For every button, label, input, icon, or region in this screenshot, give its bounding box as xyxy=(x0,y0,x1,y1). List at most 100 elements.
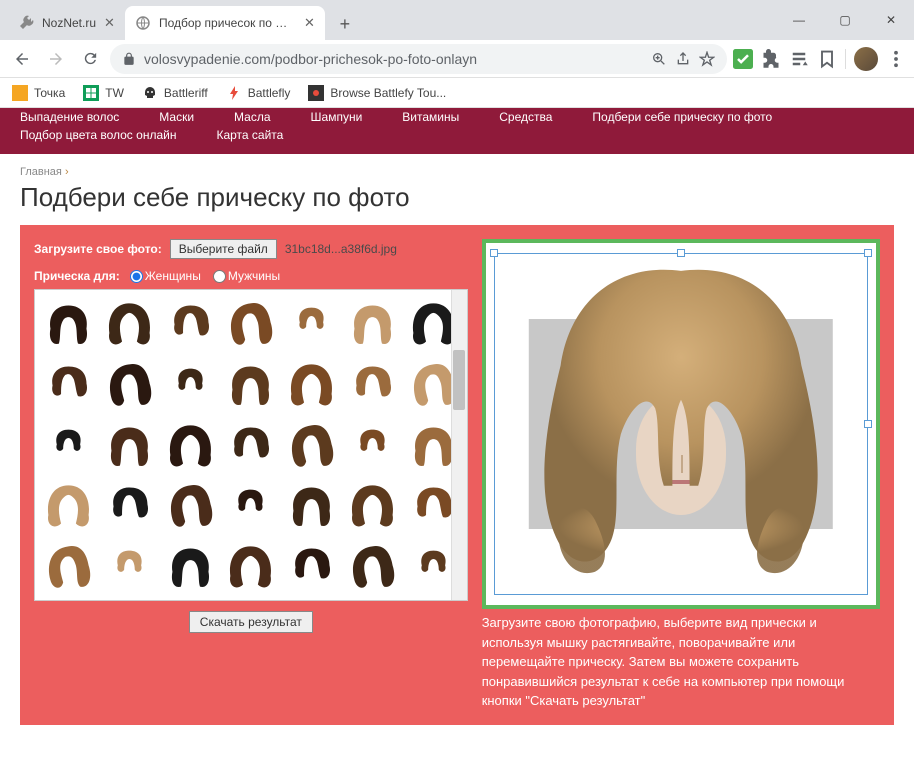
window-titlebar: NozNet.ru ✕ Подбор причесок по фото онла… xyxy=(0,0,914,40)
nav-item[interactable]: Маски xyxy=(159,110,194,124)
forward-button[interactable] xyxy=(42,45,70,73)
scroll-thumb[interactable] xyxy=(453,350,465,410)
minimize-button[interactable]: — xyxy=(776,0,822,40)
bookmark-item[interactable]: Browse Battlefy Tou... xyxy=(308,85,446,101)
hairstyle-option[interactable] xyxy=(343,537,402,596)
bookmark-label: Browse Battlefy Tou... xyxy=(330,86,446,100)
upload-label: Загрузите свое фото: xyxy=(34,242,162,256)
close-icon[interactable]: ✕ xyxy=(104,15,115,31)
radio-women[interactable]: Женщины xyxy=(130,269,201,283)
resize-handle[interactable] xyxy=(864,249,872,257)
hairstyle-option[interactable] xyxy=(221,476,280,535)
bolt-icon xyxy=(226,85,242,101)
site-nav: Выпадение волос Маски Масла Шампуни Вита… xyxy=(0,108,914,154)
nav-item[interactable]: Карта сайта xyxy=(216,128,283,142)
hairstyle-option[interactable] xyxy=(100,476,159,535)
nav-item[interactable]: Витамины xyxy=(402,110,459,124)
hairstyle-option[interactable] xyxy=(221,355,280,414)
chevron-right-icon: › xyxy=(65,166,69,178)
breadcrumb: Главная › xyxy=(20,166,894,178)
bookmark-item[interactable]: Battlefly xyxy=(226,85,291,101)
hairstyle-option[interactable] xyxy=(343,355,402,414)
sheets-icon xyxy=(83,85,99,101)
address-bar[interactable]: volosvypadenie.com/podbor-prichesok-po-f… xyxy=(110,44,727,74)
hairstyle-option[interactable] xyxy=(161,476,220,535)
nav-item[interactable]: Масла xyxy=(234,110,270,124)
resize-handle[interactable] xyxy=(677,249,685,257)
radio-label: Мужчины xyxy=(228,269,280,283)
close-icon[interactable]: ✕ xyxy=(304,15,315,31)
nav-item[interactable]: Подбери себе прическу по фото xyxy=(592,110,772,124)
nav-item[interactable]: Средства xyxy=(499,110,552,124)
controls-panel: Загрузите свое фото: Выберите файл 31bc1… xyxy=(34,239,468,711)
lock-icon xyxy=(122,52,136,66)
hairstyle-option[interactable] xyxy=(161,537,220,596)
hairstyle-option[interactable] xyxy=(39,537,98,596)
hair-overlay[interactable] xyxy=(495,245,866,589)
hairstyle-option[interactable] xyxy=(221,537,280,596)
selection-border xyxy=(494,594,868,595)
hairstyle-option[interactable] xyxy=(221,294,280,353)
maximize-button[interactable]: ▢ xyxy=(822,0,868,40)
tab-title: NozNet.ru xyxy=(42,16,96,30)
url-text: volosvypadenie.com/podbor-prichesok-po-f… xyxy=(144,51,643,67)
tab-inactive[interactable]: NozNet.ru ✕ xyxy=(8,6,125,40)
hairstyle-option[interactable] xyxy=(39,355,98,414)
hairstyle-option[interactable] xyxy=(282,476,341,535)
hairstyle-option[interactable] xyxy=(161,355,220,414)
bookmark-item[interactable]: TW xyxy=(83,85,124,101)
resize-handle[interactable] xyxy=(490,249,498,257)
extensions-icon[interactable] xyxy=(761,49,781,69)
close-window-button[interactable]: ✕ xyxy=(868,0,914,40)
hairstyle-option[interactable] xyxy=(282,537,341,596)
hairstyle-option[interactable] xyxy=(343,416,402,475)
new-tab-button[interactable]: + xyxy=(331,10,359,38)
hairstyle-option[interactable] xyxy=(282,416,341,475)
breadcrumb-home[interactable]: Главная xyxy=(20,166,62,178)
hairstyle-option[interactable] xyxy=(282,355,341,414)
download-button[interactable]: Скачать результат xyxy=(189,611,313,633)
profile-avatar[interactable] xyxy=(854,47,878,71)
choose-file-button[interactable]: Выберите файл xyxy=(170,239,277,259)
radio-men[interactable]: Мужчины xyxy=(213,269,280,283)
file-name-text: 31bc18d...a38f6d.jpg xyxy=(285,242,397,256)
hairstyle-option[interactable] xyxy=(39,294,98,353)
browser-toolbar: volosvypadenie.com/podbor-prichesok-po-f… xyxy=(0,40,914,78)
selection-border xyxy=(494,253,495,595)
tab-active[interactable]: Подбор причесок по фото онла ✕ xyxy=(125,6,325,40)
hairstyle-option[interactable] xyxy=(39,476,98,535)
resize-handle[interactable] xyxy=(864,420,872,428)
main-panel: Загрузите свое фото: Выберите файл 31bc1… xyxy=(20,225,894,725)
hairstyle-option[interactable] xyxy=(343,294,402,353)
hairstyle-option[interactable] xyxy=(282,294,341,353)
hairstyle-option[interactable] xyxy=(161,294,220,353)
share-icon[interactable] xyxy=(675,51,691,67)
ext-list-icon[interactable] xyxy=(789,49,809,69)
ext-bookmark-icon[interactable] xyxy=(817,49,837,69)
hairstyle-option[interactable] xyxy=(100,416,159,475)
nav-item[interactable]: Подбор цвета волос онлайн xyxy=(20,128,176,142)
menu-icon[interactable] xyxy=(886,49,906,69)
bookmark-label: Battleriff xyxy=(164,86,208,100)
nav-item[interactable]: Шампуни xyxy=(311,110,363,124)
hairstyle-option[interactable] xyxy=(100,355,159,414)
preview-canvas[interactable] xyxy=(482,239,880,609)
bookmark-item[interactable]: Battleriff xyxy=(142,85,208,101)
hairstyle-option[interactable] xyxy=(221,416,280,475)
star-icon[interactable] xyxy=(699,51,715,67)
bookmark-item[interactable]: Точка xyxy=(12,85,65,101)
scrollbar[interactable] xyxy=(451,290,467,600)
square-orange-icon xyxy=(12,85,28,101)
hairstyle-option[interactable] xyxy=(100,537,159,596)
nav-item[interactable]: Выпадение волос xyxy=(20,110,119,124)
radio-label: Женщины xyxy=(145,269,201,283)
back-button[interactable] xyxy=(8,45,36,73)
zoom-icon[interactable] xyxy=(651,51,667,67)
hairstyle-option[interactable] xyxy=(161,416,220,475)
ext-check-icon[interactable] xyxy=(733,49,753,69)
page-title: Подбери себе прическу по фото xyxy=(20,182,894,213)
hairstyle-option[interactable] xyxy=(100,294,159,353)
reload-button[interactable] xyxy=(76,45,104,73)
hairstyle-option[interactable] xyxy=(343,476,402,535)
hairstyle-option[interactable] xyxy=(39,416,98,475)
